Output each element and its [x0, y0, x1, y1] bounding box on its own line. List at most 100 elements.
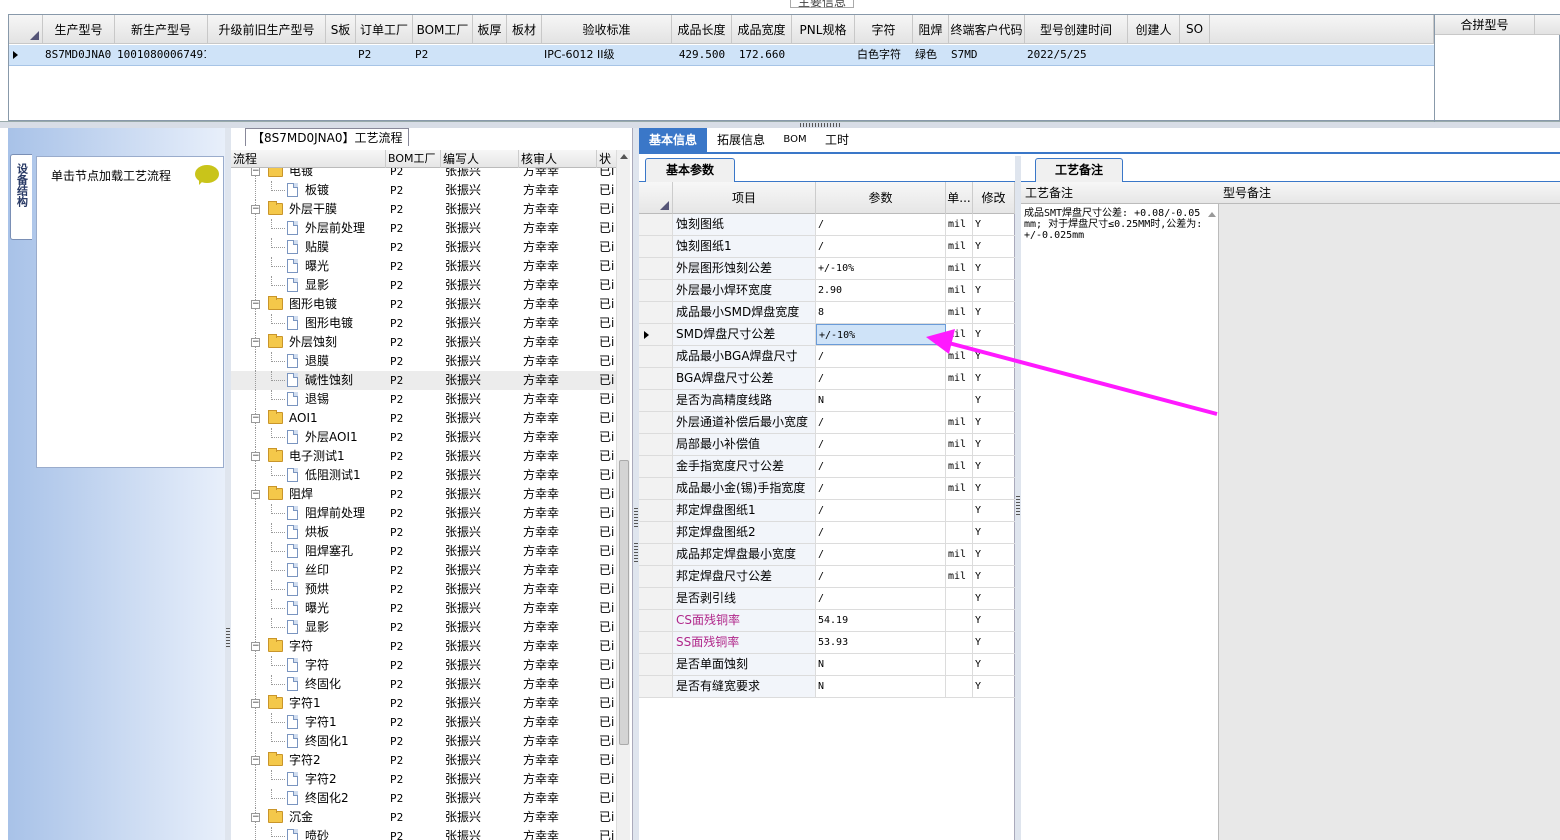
param-value[interactable]: N — [816, 390, 946, 411]
flow-row[interactable]: 终固化 P2 张振兴 方幸幸 已i — [231, 675, 616, 694]
flow-row[interactable]: 显影 P2 张振兴 方幸幸 已i — [231, 618, 616, 637]
flow-row[interactable]: 阻焊前处理 P2 张振兴 方幸幸 已i — [231, 504, 616, 523]
main-col-header[interactable]: 终端客户代码 — [949, 15, 1025, 44]
flow-row[interactable]: − 字符1 P2 张振兴 方幸幸 已i — [231, 694, 616, 713]
param-value[interactable]: / — [816, 456, 946, 477]
params-row[interactable]: 金手指宽度尺寸公差 / mil Y — [639, 456, 1015, 478]
params-row[interactable]: 局部最小补偿值 / mil Y — [639, 434, 1015, 456]
collapse-icon[interactable]: − — [251, 338, 260, 347]
main-col-header[interactable]: 阻焊 — [913, 15, 949, 44]
collapse-icon[interactable]: − — [251, 642, 260, 651]
basic-params-tab[interactable]: 基本参数 — [645, 158, 735, 182]
params-row[interactable]: 邦定焊盘图纸1/ Y — [639, 500, 1015, 522]
detail-tab[interactable]: 拓展信息 — [709, 128, 773, 152]
params-row[interactable]: 成品邦定焊盘最小宽度 / mil Y — [639, 544, 1015, 566]
flow-row[interactable]: − 外层蚀刻 P2 张振兴 方幸幸 已i — [231, 333, 616, 352]
collapse-icon[interactable]: − — [251, 490, 260, 499]
main-col-header[interactable]: 成品长度 — [672, 15, 732, 44]
flow-row[interactable]: − AOI1 P2 张振兴 方幸幸 已i — [231, 409, 616, 428]
flow-row[interactable]: 板镀 P2 张振兴 方幸幸 已i — [231, 181, 616, 200]
param-value[interactable]: N — [816, 654, 946, 675]
params-row[interactable]: 是否有缝宽要求 N Y — [639, 676, 1015, 698]
flow-row[interactable]: 曝光 P2 张振兴 方幸幸 已i — [231, 599, 616, 618]
flow-row[interactable]: − 阻焊 P2 张振兴 方幸幸 已i — [231, 485, 616, 504]
collapse-icon[interactable]: − — [251, 168, 260, 176]
param-value[interactable]: / — [816, 522, 946, 543]
flow-row[interactable]: 字符2 P2 张振兴 方幸幸 已i — [231, 770, 616, 789]
param-value[interactable]: N — [816, 676, 946, 697]
flow-row[interactable]: − 电子测试1 P2 张振兴 方幸幸 已i — [231, 447, 616, 466]
params-col-header[interactable]: 项目 — [673, 182, 816, 214]
params-row[interactable]: 是否单面蚀刻 N Y — [639, 654, 1015, 676]
main-col-header[interactable]: 板材 — [507, 15, 542, 44]
main-col-header[interactable]: 成品宽度 — [732, 15, 792, 44]
flow-row[interactable]: 阻焊塞孔 P2 张振兴 方幸幸 已i — [231, 542, 616, 561]
flow-row[interactable]: − 外层干膜 P2 张振兴 方幸幸 已i — [231, 200, 616, 219]
tab-basic-info-active[interactable]: 基本信息 — [639, 128, 707, 152]
flow-row[interactable]: 烘板 P2 张振兴 方幸幸 已i — [231, 523, 616, 542]
main-col-header[interactable]: 创建人 — [1128, 15, 1180, 44]
flow-row[interactable]: 退膜 P2 张振兴 方幸幸 已i — [231, 352, 616, 371]
params-col-header[interactable]: 修改 — [973, 182, 1015, 214]
param-value[interactable]: 2.90 — [816, 280, 946, 301]
flow-row[interactable]: 显影 P2 张振兴 方幸幸 已i — [231, 276, 616, 295]
param-value[interactable]: / — [816, 214, 946, 235]
params-row[interactable]: 外层图形蚀刻公差 +/-10% mil Y — [639, 258, 1015, 280]
flow-col-header[interactable]: 流程 — [231, 150, 386, 168]
params-row[interactable]: 邦定焊盘尺寸公差 / mil Y — [639, 566, 1015, 588]
main-col-header[interactable]: 验收标准 — [542, 15, 672, 44]
param-value[interactable]: / — [816, 346, 946, 367]
params-col-header[interactable]: 参数 — [816, 182, 946, 214]
params-row[interactable]: 外层最小焊环宽度 2.90 mil Y — [639, 280, 1015, 302]
params-row-current[interactable]: SMD焊盘尺寸公差 +/-10% mil Y — [639, 324, 1015, 346]
collapse-icon[interactable]: − — [251, 699, 260, 708]
params-row[interactable]: 蚀刻图纸1/mil Y — [639, 236, 1015, 258]
main-col-header[interactable]: S板 — [326, 15, 356, 44]
main-col-header[interactable]: PNL规格 — [792, 15, 855, 44]
params-row[interactable]: 邦定焊盘图纸2/ Y — [639, 522, 1015, 544]
flow-row[interactable]: − 电镀 P2 张振兴 方幸幸 已i — [231, 168, 616, 181]
collapse-icon[interactable]: − — [251, 205, 260, 214]
params-row[interactable]: 蚀刻图纸 / mil Y — [639, 214, 1015, 236]
flow-row[interactable]: − 字符 P2 张振兴 方幸幸 已i — [231, 637, 616, 656]
param-value[interactable]: 54.19 — [816, 610, 946, 631]
collapse-icon[interactable]: − — [251, 414, 260, 423]
note-scroll-up-icon[interactable] — [1208, 212, 1216, 217]
flow-row[interactable]: 终固化1 P2 张振兴 方幸幸 已i — [231, 732, 616, 751]
params-row[interactable]: BGA焊盘尺寸公差 / mil Y — [639, 368, 1015, 390]
main-col-header[interactable]: 型号创建时间 — [1025, 15, 1128, 44]
flow-row[interactable]: 曝光 P2 张振兴 方幸幸 已i — [231, 257, 616, 276]
process-flow-scrollbar[interactable] — [616, 150, 630, 840]
scroll-thumb[interactable] — [619, 460, 629, 745]
flow-col-header[interactable]: 编写人 — [441, 150, 519, 168]
param-value[interactable]: / — [816, 500, 946, 521]
param-value[interactable]: 53.93 — [816, 632, 946, 653]
param-value[interactable]: +/-10% — [816, 258, 946, 279]
flow-col-header[interactable]: BOM工厂 — [386, 150, 441, 168]
params-row[interactable]: SS面残铜率 53.93 Y — [639, 632, 1015, 654]
main-col-header[interactable]: 板厚 — [473, 15, 507, 44]
flow-row[interactable]: 贴膜 P2 张振兴 方幸幸 已i — [231, 238, 616, 257]
param-value[interactable]: / — [816, 478, 946, 499]
flow-row[interactable]: 图形电镀 P2 张振兴 方幸幸 已i — [231, 314, 616, 333]
flow-row[interactable]: 外层前处理 P2 张振兴 方幸幸 已i — [231, 219, 616, 238]
main-col-header[interactable]: SO — [1180, 15, 1210, 44]
detail-tab[interactable]: 工时 — [817, 128, 857, 152]
process-note-text[interactable]: 成品SMT焊盘尺寸公差: +0.08/-0.05mm; 对于焊盘尺寸≤0.25M… — [1024, 208, 1204, 241]
params-row[interactable]: 是否为高精度线路 N Y — [639, 390, 1015, 412]
flow-row[interactable]: 喷砂 P2 张振兴 方幸幸 已i — [231, 827, 616, 840]
param-value[interactable]: / — [816, 412, 946, 433]
main-col-header[interactable]: BOM工厂 — [413, 15, 473, 44]
collapse-icon[interactable]: − — [251, 452, 260, 461]
param-value[interactable]: / — [816, 544, 946, 565]
flow-row[interactable]: − 图形电镀 P2 张振兴 方幸幸 已i — [231, 295, 616, 314]
param-value[interactable]: / — [816, 588, 946, 609]
collapse-icon[interactable]: − — [251, 813, 260, 822]
params-row[interactable]: 是否剥引线 / Y — [639, 588, 1015, 610]
equipment-structure-tab[interactable]: 设备结构 — [10, 154, 32, 240]
flow-row[interactable]: 外层AOI1 P2 张振兴 方幸幸 已i — [231, 428, 616, 447]
flow-row[interactable]: 字符1 P2 张振兴 方幸幸 已i — [231, 713, 616, 732]
main-col-header[interactable]: 生产型号 — [43, 15, 115, 44]
flow-row[interactable]: 退锡 P2 张振兴 方幸幸 已i — [231, 390, 616, 409]
flow-row[interactable]: 终固化2 P2 张振兴 方幸幸 已i — [231, 789, 616, 808]
